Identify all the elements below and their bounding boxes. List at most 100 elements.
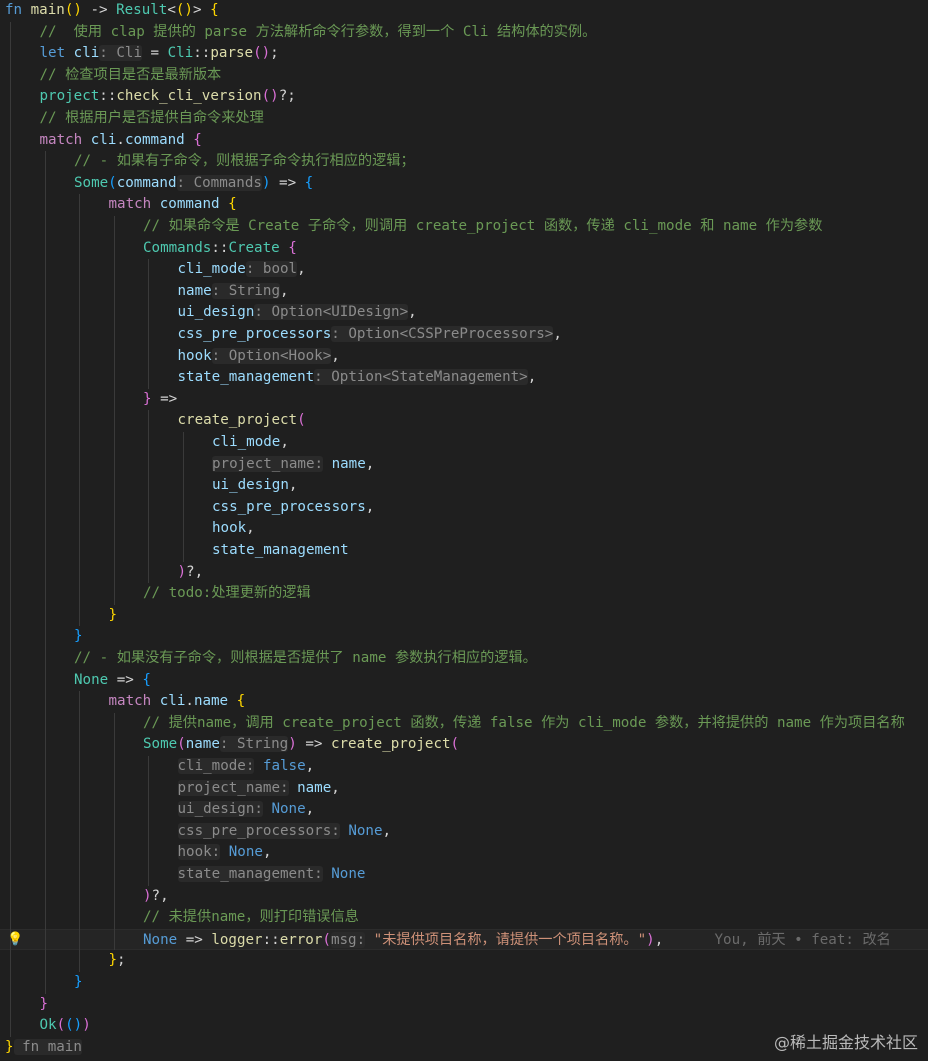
inlay-hint: fn main <box>13 1038 82 1055</box>
inlay-hint: : Option<UIDesign> <box>254 304 409 321</box>
inlay-hint: : Cli <box>99 45 143 62</box>
code-line[interactable]: match command { <box>0 194 928 216</box>
code-line[interactable]: // 使用 clap 提供的 parse 方法解析命令行参数，得到一个 Cli … <box>0 22 928 44</box>
code-token: :: <box>262 931 280 948</box>
code-line[interactable]: state_management <box>0 540 928 562</box>
code-line[interactable]: match cli.command { <box>0 130 928 152</box>
code-line[interactable]: // todo:处理更新的逻辑 <box>0 583 928 605</box>
indent-guide <box>182 432 184 562</box>
code-token: { <box>193 131 202 148</box>
code-line[interactable]: hook, <box>0 518 928 540</box>
code-token: logger <box>211 931 263 948</box>
code-line[interactable]: // 检查项目是否是最新版本 <box>0 65 928 87</box>
code-line[interactable]: cli_mode, <box>0 432 928 454</box>
code-line[interactable]: None => logger::error(msg: "未提供项目名称，请提供一… <box>0 928 928 951</box>
code-token: None <box>348 822 383 839</box>
code-token: ?; <box>278 88 296 105</box>
code-token: , <box>654 931 664 948</box>
code-token: , <box>280 434 289 450</box>
code-token: command <box>159 196 220 213</box>
code-token: => <box>151 390 178 407</box>
code-token: // 检查项目是否是最新版本 <box>39 66 222 83</box>
code-token: ( <box>177 736 186 753</box>
inlay-hint: project_name: <box>177 779 289 796</box>
code-line[interactable]: // - 如果有子命令，则根据子命令执行相应的逻辑； <box>0 151 928 173</box>
code-token: // 提供name，调用 create_project 函数，传递 false … <box>143 714 905 731</box>
code-token: cli_mode <box>212 434 281 450</box>
inlay-hint: : String <box>219 736 289 753</box>
code-line[interactable]: )?, <box>0 886 928 908</box>
code-token: ) <box>646 931 655 948</box>
code-line[interactable]: ui_design: Option<UIDesign>, <box>0 302 928 324</box>
code-line[interactable]: state_management: Option<StateManagement… <box>0 367 928 389</box>
code-line[interactable]: } <box>0 994 928 1016</box>
code-token: // 使用 clap 提供的 parse 方法解析命令行参数，得到一个 Cli … <box>39 23 597 40</box>
code-token: cli <box>90 131 117 148</box>
inlay-hint: : Option<Hook> <box>211 347 332 364</box>
code-token: // - 如果有子命令，则根据子命令执行相应的逻辑； <box>74 153 415 170</box>
code-token: match <box>39 131 83 148</box>
code-line[interactable]: // 提供name，调用 create_project 函数，传递 false … <box>0 713 928 735</box>
code-token: , <box>527 369 537 386</box>
code-line[interactable]: cli_mode: false, <box>0 756 928 778</box>
code-line[interactable]: // 根据用户是否提供自命令来处理 <box>0 108 928 130</box>
code-line[interactable]: // 未提供name，则打印错误信息 <box>0 907 928 929</box>
code-line[interactable]: ui_design, <box>0 475 928 497</box>
code-token: } <box>108 606 118 623</box>
code-line[interactable]: } <box>0 972 928 994</box>
code-line[interactable]: // - 如果没有子命令，则根据是否提供了 name 参数执行相应的逻辑。 <box>0 648 928 670</box>
code-line[interactable]: // 如果命令是 Create 子命令，则调用 create_project 函… <box>0 216 928 238</box>
code-line[interactable]: } <box>0 605 928 627</box>
code-token: { <box>288 239 297 256</box>
code-token: , <box>331 779 340 796</box>
code-line[interactable]: css_pre_processors, <box>0 497 928 519</box>
code-line[interactable]: let cli: Cli = Cli::parse(); <box>0 43 928 65</box>
code-line[interactable]: match cli.name { <box>0 691 928 713</box>
code-line[interactable]: state_management: None <box>0 864 928 886</box>
code-token: cli <box>159 693 186 710</box>
code-token: { <box>304 174 314 191</box>
code-token: ui_design <box>212 477 289 494</box>
code-line[interactable]: project::check_cli_version()?; <box>0 86 928 108</box>
code-line[interactable]: }; <box>0 950 928 972</box>
code-token: parse <box>210 45 254 62</box>
code-line[interactable]: hook: None, <box>0 842 928 864</box>
code-line[interactable]: hook: Option<Hook>, <box>0 346 928 368</box>
code-line[interactable]: css_pre_processors: None, <box>0 821 928 843</box>
code-token: None <box>271 801 306 818</box>
code-line[interactable]: )?, <box>0 562 928 584</box>
code-token: None <box>143 931 178 948</box>
code-line[interactable]: Commands::Create { <box>0 238 928 260</box>
code-line[interactable]: Some(command: Commands) => { <box>0 173 928 195</box>
code-token: cli_mode <box>177 261 246 278</box>
indent-guide <box>148 259 149 389</box>
code-token: } <box>39 995 49 1012</box>
code-token: match <box>108 693 152 710</box>
code-token: :: <box>193 45 211 62</box>
code-line[interactable]: create_project( <box>0 410 928 432</box>
code-line[interactable]: Some(name: String) => create_project( <box>0 734 928 756</box>
code-line[interactable]: ui_design: None, <box>0 799 928 821</box>
code-line[interactable]: name: String, <box>0 281 928 303</box>
code-line[interactable]: css_pre_processors: Option<CSSPreProcess… <box>0 324 928 346</box>
code-line[interactable]: cli_mode: bool, <box>0 259 928 281</box>
code-line[interactable]: project_name: name, <box>0 778 928 800</box>
code-line[interactable]: } <box>0 626 928 648</box>
code-token: name <box>331 455 366 472</box>
lightbulb-icon[interactable]: 💡 <box>7 932 23 948</box>
git-blame-annotation: You, 前天 • feat: 改名 <box>714 931 891 948</box>
code-line[interactable]: project_name: name, <box>0 454 928 476</box>
code-token: Cli <box>167 45 194 62</box>
code-line[interactable]: fn main() -> Result<()> { <box>0 0 928 22</box>
code-line[interactable]: None => { <box>0 670 928 692</box>
code-line[interactable]: } => <box>0 389 928 411</box>
indent-guide <box>44 151 46 994</box>
inlay-hint: cli_mode: <box>177 758 255 774</box>
code-token: , <box>246 520 255 537</box>
code-editor[interactable]: fn main() -> Result<()> {// 使用 clap 提供的 … <box>0 0 928 1061</box>
code-token: ) <box>82 1017 91 1034</box>
inlay-hint: ui_design: <box>177 801 263 818</box>
